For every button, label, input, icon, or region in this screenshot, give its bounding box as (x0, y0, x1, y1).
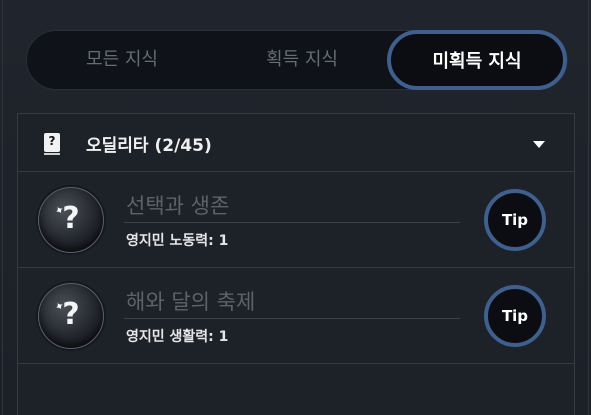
divider (124, 318, 460, 319)
question-orb-icon: ✦ ? (38, 283, 104, 349)
caret-down-icon[interactable] (533, 141, 545, 148)
item-title: 해와 달의 축제 (126, 290, 256, 314)
tip-button[interactable]: Tip (484, 189, 546, 251)
question-mark: ? (62, 297, 80, 332)
section-title: 오딜리타 (2/45) (86, 136, 212, 156)
item-reward: 영지민 노동력: 1 (126, 233, 229, 249)
knowledge-tab-bar: 모든 지식 획득 지식 미획득 지식 (26, 30, 568, 90)
question-mark: ? (62, 201, 80, 236)
knowledge-window: 모든 지식 획득 지식 미획득 지식 ? 오딜리타 (2/45) ✦ ? 선택과… (0, 0, 591, 415)
item-reward: 영지민 생활력: 1 (126, 329, 229, 345)
tip-button[interactable]: Tip (484, 285, 546, 347)
book-question-icon: ? (44, 133, 60, 155)
knowledge-list-panel: ? 오딜리타 (2/45) ✦ ? 선택과 생존 영지민 노동력: 1 Tip … (17, 113, 575, 415)
section-header-odilita[interactable]: ? 오딜리타 (2/45) (18, 114, 574, 172)
list-item[interactable]: ✦ ? 선택과 생존 영지민 노동력: 1 Tip (18, 172, 574, 268)
divider (124, 222, 460, 223)
tab-all-knowledge[interactable]: 모든 지식 (37, 31, 207, 89)
tab-acquired-knowledge[interactable]: 획득 지식 (217, 31, 387, 89)
tab-unacquired-knowledge[interactable]: 미획득 지식 (387, 30, 567, 90)
item-title: 선택과 생존 (126, 194, 230, 218)
question-orb-icon: ✦ ? (38, 187, 104, 253)
list-item[interactable]: ✦ ? 해와 달의 축제 영지민 생활력: 1 Tip (18, 268, 574, 364)
